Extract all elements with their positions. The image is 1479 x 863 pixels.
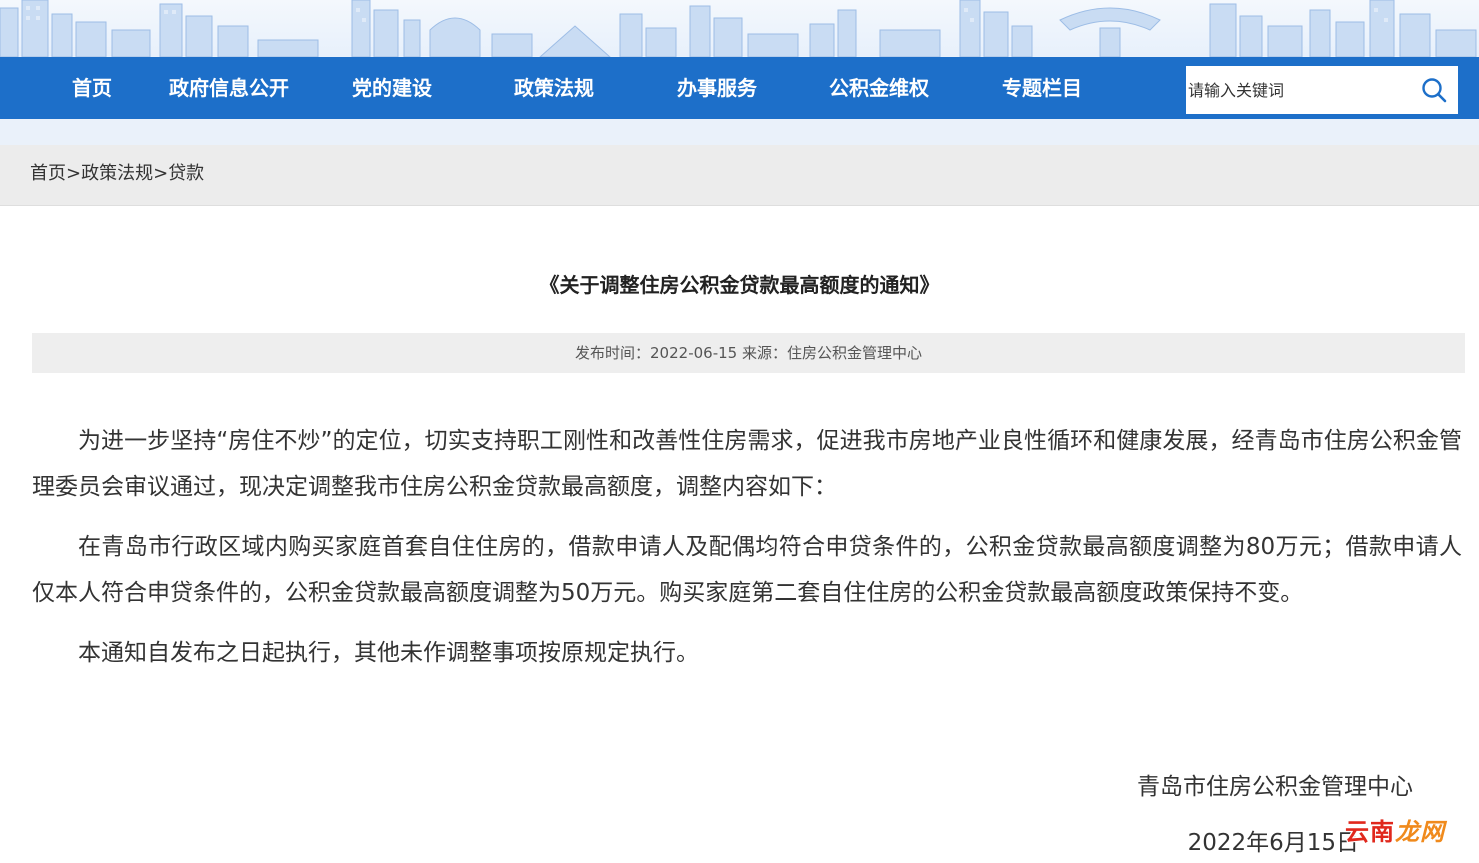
header-banner [0, 0, 1479, 57]
breadcrumb: 首页>政策法规>贷款 [30, 145, 204, 205]
nav-item-policies[interactable]: 政策法规 [514, 57, 594, 119]
nav-item-home[interactable]: 首页 [72, 57, 112, 119]
nav-item-services[interactable]: 办事服务 [677, 57, 757, 119]
article-paragraph: 在青岛市行政区域内购买家庭首套自住住房的，借款申请人及配偶均符合申贷条件的，公积… [32, 534, 1462, 606]
breadcrumb-separator: > [66, 163, 82, 184]
nav-shadow-band [0, 119, 1479, 145]
nav-item-rights-protection[interactable]: 公积金维权 [829, 57, 929, 119]
breadcrumb-current-link[interactable]: 贷款 [168, 163, 204, 184]
nav-item-government-info[interactable]: 政府信息公开 [169, 57, 289, 119]
main-navigation: 首页 政府信息公开 党的建设 政策法规 办事服务 公积金维权 专题栏目 [0, 57, 1479, 119]
breadcrumb-bar: 首页>政策法规>贷款 [0, 145, 1479, 206]
article-title: 《关于调整住房公积金贷款最高额度的通知》 [539, 273, 940, 297]
search-icon[interactable] [1420, 76, 1448, 104]
breadcrumb-home-link[interactable]: 首页 [30, 163, 66, 184]
article-signature: 青岛市住房公积金管理中心 [1137, 774, 1413, 800]
breadcrumb-section-link[interactable]: 政策法规 [81, 163, 153, 184]
article-paragraph: 本通知自发布之日起执行，其他未作调整事项按原规定执行。 [78, 640, 699, 666]
site-watermark-logo: 云南龙网 [1345, 815, 1445, 849]
article-paragraph: 为进一步坚持“房住不炒”的定位，切实支持职工刚性和改善性住房需求，促进我市房地产… [32, 428, 1462, 500]
city-skyline-illustration [0, 0, 1477, 57]
article-date: 2022年6月15日 [1187, 830, 1359, 856]
article-meta: 发布时间：2022-06-15 来源：住房公积金管理中心 [32, 333, 1465, 373]
watermark-text-part2: 龙网 [1395, 818, 1445, 846]
watermark-text-part1: 云南 [1345, 818, 1395, 846]
nav-item-party-building[interactable]: 党的建设 [352, 57, 432, 119]
article-body: 为进一步坚持“房住不炒”的定位，切实支持职工刚性和改善性住房需求，促进我市房地产… [32, 418, 1462, 690]
search-box [1186, 66, 1458, 114]
search-input[interactable] [1186, 66, 1406, 114]
nav-item-special-topics[interactable]: 专题栏目 [1002, 57, 1082, 119]
breadcrumb-separator: > [153, 163, 169, 184]
